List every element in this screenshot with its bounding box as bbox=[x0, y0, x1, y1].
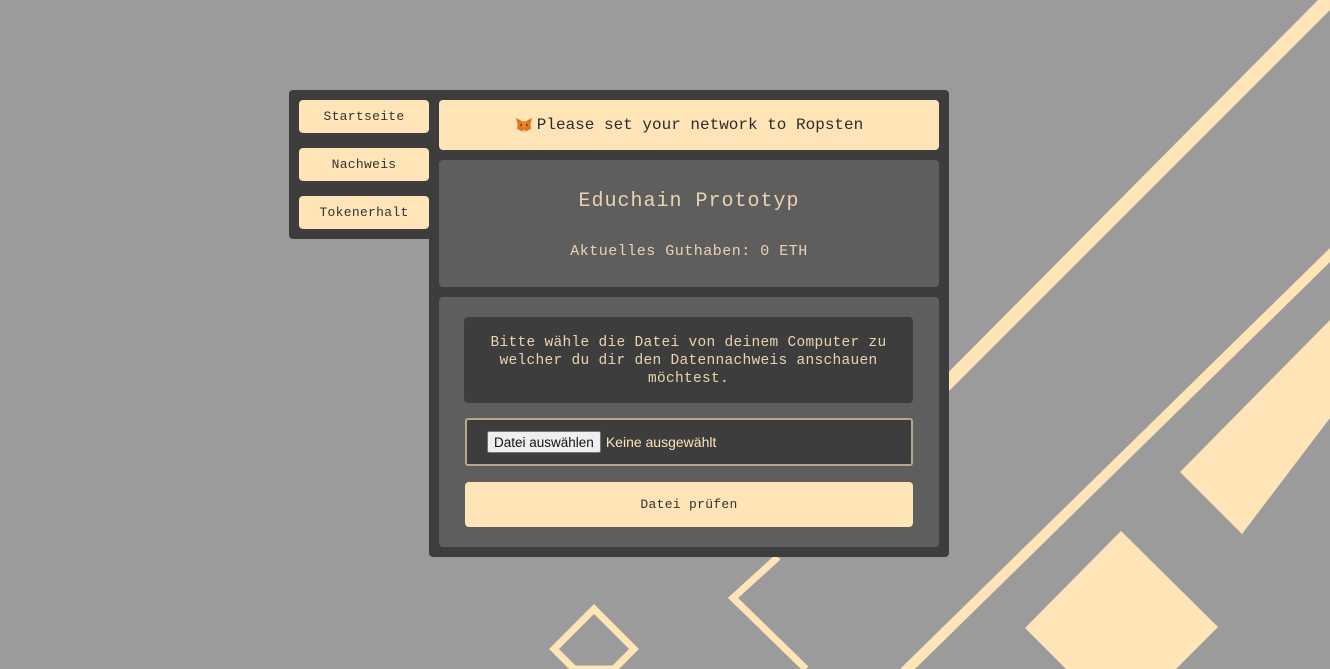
balance-text: Aktuelles Guthaben: 0 ETH bbox=[570, 243, 808, 260]
instruction-text: Bitte wähle die Datei von deinem Compute… bbox=[464, 317, 913, 403]
network-warning-banner: Please set your network to Ropsten bbox=[439, 100, 939, 150]
nav-nachweis-button[interactable]: Nachweis bbox=[299, 148, 429, 181]
metamask-fox-icon bbox=[515, 117, 532, 134]
nav-startseite-button[interactable]: Startseite bbox=[299, 100, 429, 133]
check-file-button[interactable]: Datei prüfen bbox=[465, 482, 913, 527]
page-title: Educhain Prototyp bbox=[578, 190, 800, 213]
network-warning-text: Please set your network to Ropsten bbox=[536, 116, 864, 134]
nav-tokenerhalt-button[interactable]: Tokenerhalt bbox=[299, 196, 429, 229]
file-input[interactable]: Datei auswählen Keine ausgewählt bbox=[465, 418, 913, 466]
file-status-text: Keine ausgewählt bbox=[605, 434, 717, 450]
choose-file-button[interactable]: Datei auswählen bbox=[487, 431, 601, 453]
header-card: Educhain Prototyp Aktuelles Guthaben: 0 … bbox=[439, 160, 939, 287]
